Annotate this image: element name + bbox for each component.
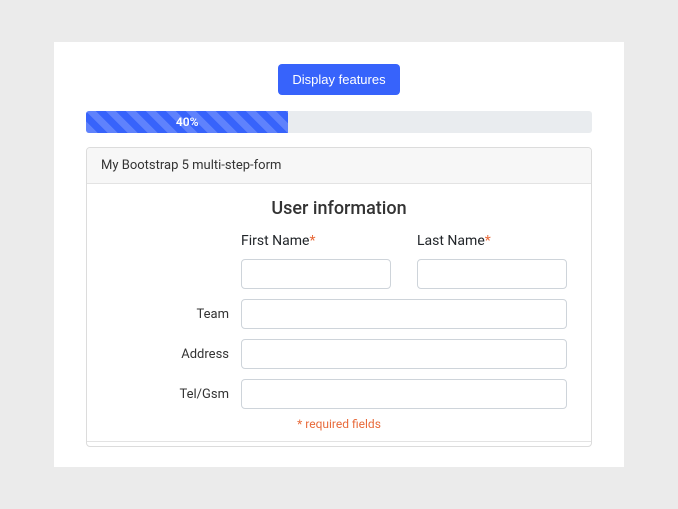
progress-bar: 40% <box>86 111 592 133</box>
progress-percent-label: 40% <box>176 115 199 129</box>
required-fields-note: * required fields <box>105 417 573 431</box>
tel-input[interactable] <box>241 379 567 409</box>
team-input[interactable] <box>241 299 567 329</box>
last-name-input[interactable] <box>417 259 567 289</box>
progress-bar-fill: 40% <box>86 111 288 133</box>
display-features-button[interactable]: Display features <box>278 64 399 95</box>
tel-label: Tel/Gsm <box>179 387 233 402</box>
card-footer: ↩ Back Next <box>87 441 591 447</box>
required-mark: * <box>309 233 315 249</box>
form-grid: First Name* Last Name* Team Address <box>143 233 573 409</box>
first-name-input[interactable] <box>241 259 391 289</box>
team-label: Team <box>197 307 234 322</box>
form-panel: Display features 40% My Bootstrap 5 mult… <box>54 42 624 467</box>
address-input[interactable] <box>241 339 567 369</box>
required-mark: * <box>485 233 491 249</box>
card-header: My Bootstrap 5 multi-step-form <box>87 148 591 184</box>
section-title: User information <box>105 198 573 219</box>
card-body: User information First Name* Last Name* … <box>87 184 591 441</box>
last-name-label: Last Name* <box>417 233 567 249</box>
form-card: My Bootstrap 5 multi-step-form User info… <box>86 147 592 447</box>
first-name-label: First Name* <box>241 233 391 249</box>
top-button-row: Display features <box>86 64 592 95</box>
address-label: Address <box>181 347 233 362</box>
